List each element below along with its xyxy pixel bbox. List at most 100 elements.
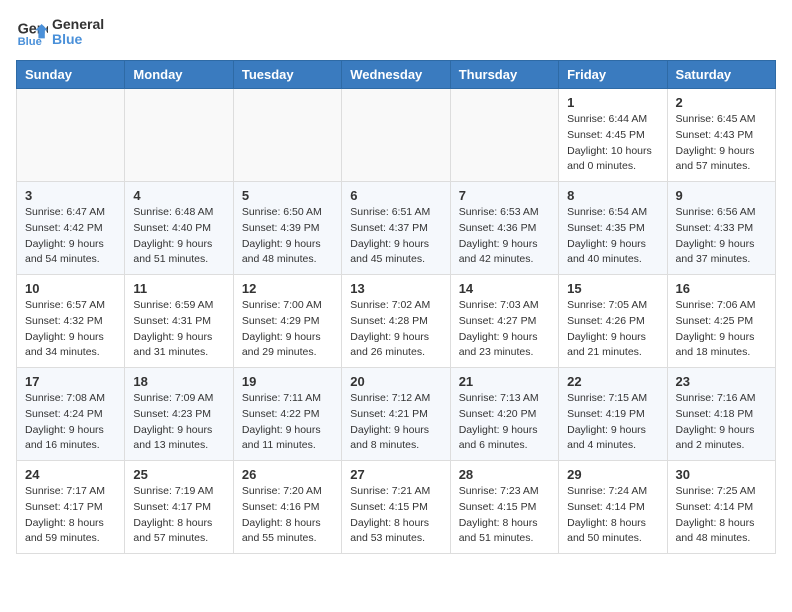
day-number: 28: [459, 467, 550, 482]
weekday-header-tuesday: Tuesday: [233, 61, 341, 89]
day-cell: 8Sunrise: 6:54 AM Sunset: 4:35 PM Daylig…: [559, 182, 667, 275]
weekday-header-monday: Monday: [125, 61, 233, 89]
day-number: 22: [567, 374, 658, 389]
day-cell: 12Sunrise: 7:00 AM Sunset: 4:29 PM Dayli…: [233, 275, 341, 368]
day-info: Sunrise: 6:54 AM Sunset: 4:35 PM Dayligh…: [567, 205, 658, 268]
day-info: Sunrise: 7:12 AM Sunset: 4:21 PM Dayligh…: [350, 391, 441, 454]
day-cell: 4 Sunrise: 6:48 AM Sunset: 4:40 PM Daylig…: [125, 182, 233, 275]
day-cell: 17 Sunrise: 7:08 AM Sunset: 4:24 PM Dayli…: [17, 368, 125, 461]
day-info: Sunrise: 6:50 AM Sunset: 4:39 PM Dayligh…: [242, 205, 333, 268]
day-number: 30: [676, 467, 767, 482]
day-number: 3: [25, 188, 116, 203]
week-row-2: 3 Sunrise: 6:47 AM Sunset: 4:42 PM Daylig…: [17, 182, 776, 275]
day-info: Sunrise: 6:57 AM Sunset: 4:32 PM Dayligh…: [25, 298, 116, 361]
day-info: Sunrise: 7:24 AM Sunset: 4:14 PM Dayligh…: [567, 484, 658, 547]
day-number: 4: [133, 188, 224, 203]
day-info: Sunrise: 7:25 AM Sunset: 4:14 PM Dayligh…: [676, 484, 767, 547]
day-info: Sunrise: 6:47 AM Sunset: 4:42 PM Dayligh…: [25, 205, 116, 268]
day-cell: 13 Sunrise: 7:02 AM Sunset: 4:28 PM Dayli…: [342, 275, 450, 368]
day-cell: 30 Sunrise: 7:25 AM Sunset: 4:14 PM Dayli…: [667, 461, 775, 554]
day-cell: 29Sunrise: 7:24 AM Sunset: 4:14 PM Dayli…: [559, 461, 667, 554]
day-number: 10: [25, 281, 116, 296]
day-info: Sunrise: 7:20 AM Sunset: 4:16 PM Dayligh…: [242, 484, 333, 547]
day-number: 25: [133, 467, 224, 482]
day-info: Sunrise: 6:53 AM Sunset: 4:36 PM Dayligh…: [459, 205, 550, 268]
day-info: Sunrise: 7:03 AM Sunset: 4:27 PM Dayligh…: [459, 298, 550, 361]
day-number: 5: [242, 188, 333, 203]
day-info: Sunrise: 7:13 AM Sunset: 4:20 PM Dayligh…: [459, 391, 550, 454]
day-info: Sunrise: 7:23 AM Sunset: 4:15 PM Dayligh…: [459, 484, 550, 547]
day-cell: 19 Sunrise: 7:11 AM Sunset: 4:22 PM Dayli…: [233, 368, 341, 461]
day-info: Sunrise: 6:51 AM Sunset: 4:37 PM Dayligh…: [350, 205, 441, 268]
day-cell: 1 Sunrise: 6:44 AM Sunset: 4:45 PM Daylig…: [559, 89, 667, 182]
day-number: 23: [676, 374, 767, 389]
day-number: 16: [676, 281, 767, 296]
calendar: SundayMondayTuesdayWednesdayThursdayFrid…: [16, 60, 776, 554]
day-cell: 24 Sunrise: 7:17 AM Sunset: 4:17 PM Dayli…: [17, 461, 125, 554]
day-cell: 6 Sunrise: 6:51 AM Sunset: 4:37 PM Daylig…: [342, 182, 450, 275]
weekday-header-sunday: Sunday: [17, 61, 125, 89]
day-info: Sunrise: 7:02 AM Sunset: 4:28 PM Dayligh…: [350, 298, 441, 361]
day-cell: 9 Sunrise: 6:56 AM Sunset: 4:33 PM Daylig…: [667, 182, 775, 275]
day-number: 9: [676, 188, 767, 203]
day-cell: [450, 89, 558, 182]
weekday-header-saturday: Saturday: [667, 61, 775, 89]
day-cell: 15 Sunrise: 7:05 AM Sunset: 4:26 PM Dayli…: [559, 275, 667, 368]
day-number: 13: [350, 281, 441, 296]
logo-general: General: [52, 17, 104, 32]
day-cell: 11 Sunrise: 6:59 AM Sunset: 4:31 PM Dayli…: [125, 275, 233, 368]
weekday-header-row: SundayMondayTuesdayWednesdayThursdayFrid…: [17, 61, 776, 89]
day-cell: [17, 89, 125, 182]
day-cell: [342, 89, 450, 182]
day-cell: 14Sunrise: 7:03 AM Sunset: 4:27 PM Dayli…: [450, 275, 558, 368]
day-info: Sunrise: 6:45 AM Sunset: 4:43 PM Dayligh…: [676, 112, 767, 175]
day-cell: 16 Sunrise: 7:06 AM Sunset: 4:25 PM Dayli…: [667, 275, 775, 368]
day-info: Sunrise: 7:15 AM Sunset: 4:19 PM Dayligh…: [567, 391, 658, 454]
header: General Blue General Blue: [16, 16, 776, 48]
day-info: Sunrise: 7:17 AM Sunset: 4:17 PM Dayligh…: [25, 484, 116, 547]
day-cell: [233, 89, 341, 182]
week-row-5: 24 Sunrise: 7:17 AM Sunset: 4:17 PM Dayli…: [17, 461, 776, 554]
day-number: 18: [133, 374, 224, 389]
week-row-1: 1 Sunrise: 6:44 AM Sunset: 4:45 PM Daylig…: [17, 89, 776, 182]
day-info: Sunrise: 7:09 AM Sunset: 4:23 PM Dayligh…: [133, 391, 224, 454]
logo-blue: Blue: [52, 32, 104, 47]
day-info: Sunrise: 6:44 AM Sunset: 4:45 PM Dayligh…: [567, 112, 658, 175]
day-number: 19: [242, 374, 333, 389]
week-row-4: 17 Sunrise: 7:08 AM Sunset: 4:24 PM Dayli…: [17, 368, 776, 461]
day-number: 17: [25, 374, 116, 389]
day-number: 24: [25, 467, 116, 482]
day-cell: 3 Sunrise: 6:47 AM Sunset: 4:42 PM Daylig…: [17, 182, 125, 275]
svg-text:Blue: Blue: [18, 36, 42, 48]
day-number: 21: [459, 374, 550, 389]
day-info: Sunrise: 6:59 AM Sunset: 4:31 PM Dayligh…: [133, 298, 224, 361]
day-cell: 28 Sunrise: 7:23 AM Sunset: 4:15 PM Dayli…: [450, 461, 558, 554]
day-number: 11: [133, 281, 224, 296]
day-cell: 22 Sunrise: 7:15 AM Sunset: 4:19 PM Dayli…: [559, 368, 667, 461]
day-info: Sunrise: 6:48 AM Sunset: 4:40 PM Dayligh…: [133, 205, 224, 268]
day-number: 7: [459, 188, 550, 203]
weekday-header-wednesday: Wednesday: [342, 61, 450, 89]
day-info: Sunrise: 7:11 AM Sunset: 4:22 PM Dayligh…: [242, 391, 333, 454]
day-number: 26: [242, 467, 333, 482]
day-cell: 21 Sunrise: 7:13 AM Sunset: 4:20 PM Dayli…: [450, 368, 558, 461]
day-info: Sunrise: 7:06 AM Sunset: 4:25 PM Dayligh…: [676, 298, 767, 361]
day-number: 20: [350, 374, 441, 389]
day-info: Sunrise: 7:00 AM Sunset: 4:29 PM Dayligh…: [242, 298, 333, 361]
day-cell: 10 Sunrise: 6:57 AM Sunset: 4:32 PM Dayli…: [17, 275, 125, 368]
weekday-header-friday: Friday: [559, 61, 667, 89]
day-cell: 20 Sunrise: 7:12 AM Sunset: 4:21 PM Dayli…: [342, 368, 450, 461]
day-info: Sunrise: 6:56 AM Sunset: 4:33 PM Dayligh…: [676, 205, 767, 268]
logo-icon: General Blue: [16, 16, 48, 48]
day-number: 6: [350, 188, 441, 203]
day-cell: 18 Sunrise: 7:09 AM Sunset: 4:23 PM Dayli…: [125, 368, 233, 461]
day-cell: 5 Sunrise: 6:50 AM Sunset: 4:39 PM Daylig…: [233, 182, 341, 275]
day-info: Sunrise: 7:05 AM Sunset: 4:26 PM Dayligh…: [567, 298, 658, 361]
day-number: 15: [567, 281, 658, 296]
day-cell: 25 Sunrise: 7:19 AM Sunset: 4:17 PM Dayli…: [125, 461, 233, 554]
day-number: 1: [567, 95, 658, 110]
day-info: Sunrise: 7:08 AM Sunset: 4:24 PM Dayligh…: [25, 391, 116, 454]
weekday-header-thursday: Thursday: [450, 61, 558, 89]
day-info: Sunrise: 7:19 AM Sunset: 4:17 PM Dayligh…: [133, 484, 224, 547]
day-info: Sunrise: 7:21 AM Sunset: 4:15 PM Dayligh…: [350, 484, 441, 547]
